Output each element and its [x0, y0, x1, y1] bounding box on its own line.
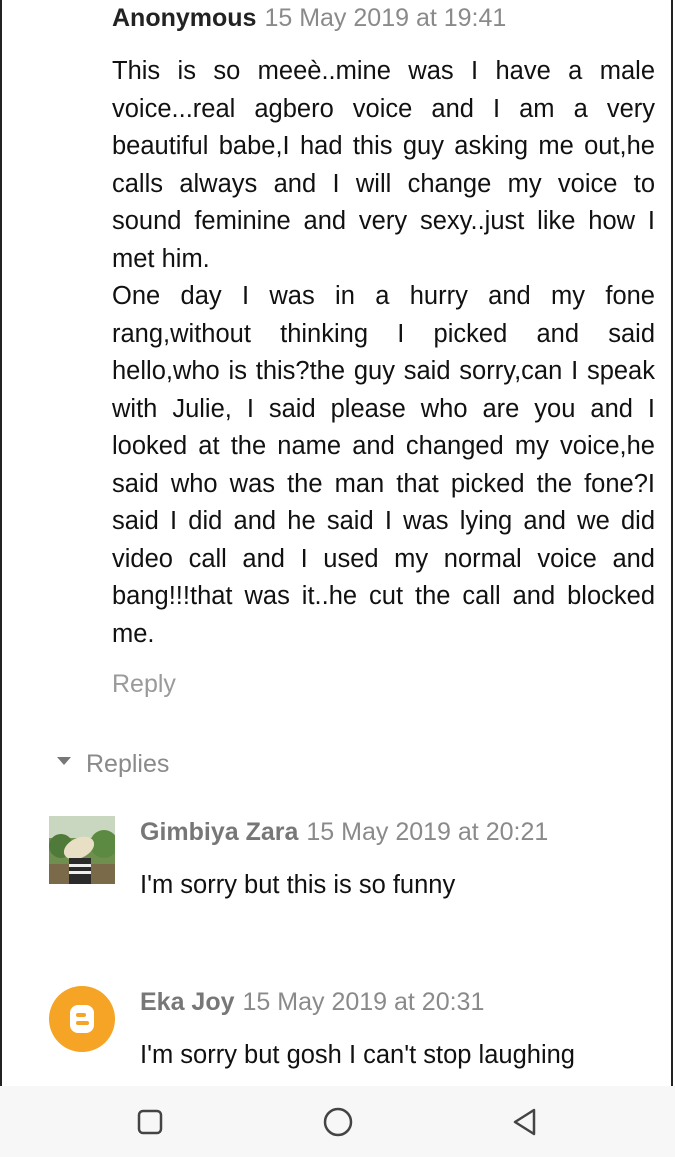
- reply-timestamp[interactable]: 15 May 2019 at 20:21: [306, 818, 548, 846]
- reply-author[interactable]: Eka Joy: [140, 988, 235, 1016]
- home-icon: [323, 1107, 353, 1137]
- reply-header: Eka Joy 15 May 2019 at 20:31: [140, 988, 484, 1017]
- blogger-icon: [70, 1005, 94, 1033]
- reply-text: I'm sorry but gosh I can't stop laughing: [140, 1041, 575, 1069]
- recent-apps-icon: [137, 1109, 163, 1135]
- reply-header: Gimbiya Zara 15 May 2019 at 20:21: [140, 818, 548, 847]
- comment-author[interactable]: Anonymous: [112, 4, 256, 32]
- recent-apps-button[interactable]: [130, 1102, 170, 1142]
- reply-timestamp[interactable]: 15 May 2019 at 20:31: [243, 988, 485, 1016]
- comment-header: Anonymous 15 May 2019 at 19:41: [112, 4, 506, 33]
- comment-body: This is so meeè..mine was I have a male …: [112, 53, 655, 653]
- back-icon: [513, 1108, 536, 1136]
- comment-paragraph: One day I was in a hurry and my fone ran…: [112, 282, 655, 648]
- reply-author[interactable]: Gimbiya Zara: [140, 818, 298, 846]
- avatar[interactable]: [49, 816, 115, 884]
- reply-link[interactable]: Reply: [112, 670, 176, 699]
- caret-down-icon: [57, 756, 71, 765]
- photo-avatar-icon: [49, 816, 115, 884]
- replies-toggle-label: Replies: [86, 750, 170, 778]
- comment-paragraph: This is so meeè..mine was I have a male …: [112, 57, 655, 273]
- replies-toggle[interactable]: Replies: [57, 750, 169, 779]
- comment-timestamp[interactable]: 15 May 2019 at 19:41: [264, 4, 506, 32]
- system-nav-bar: [0, 1086, 675, 1157]
- reply-text: I'm sorry but this is so funny: [140, 871, 456, 899]
- avatar[interactable]: [49, 986, 115, 1052]
- home-button[interactable]: [318, 1102, 358, 1142]
- comment-thread: Anonymous 15 May 2019 at 19:41 This is so…: [0, 0, 673, 1086]
- back-button[interactable]: [505, 1102, 545, 1142]
